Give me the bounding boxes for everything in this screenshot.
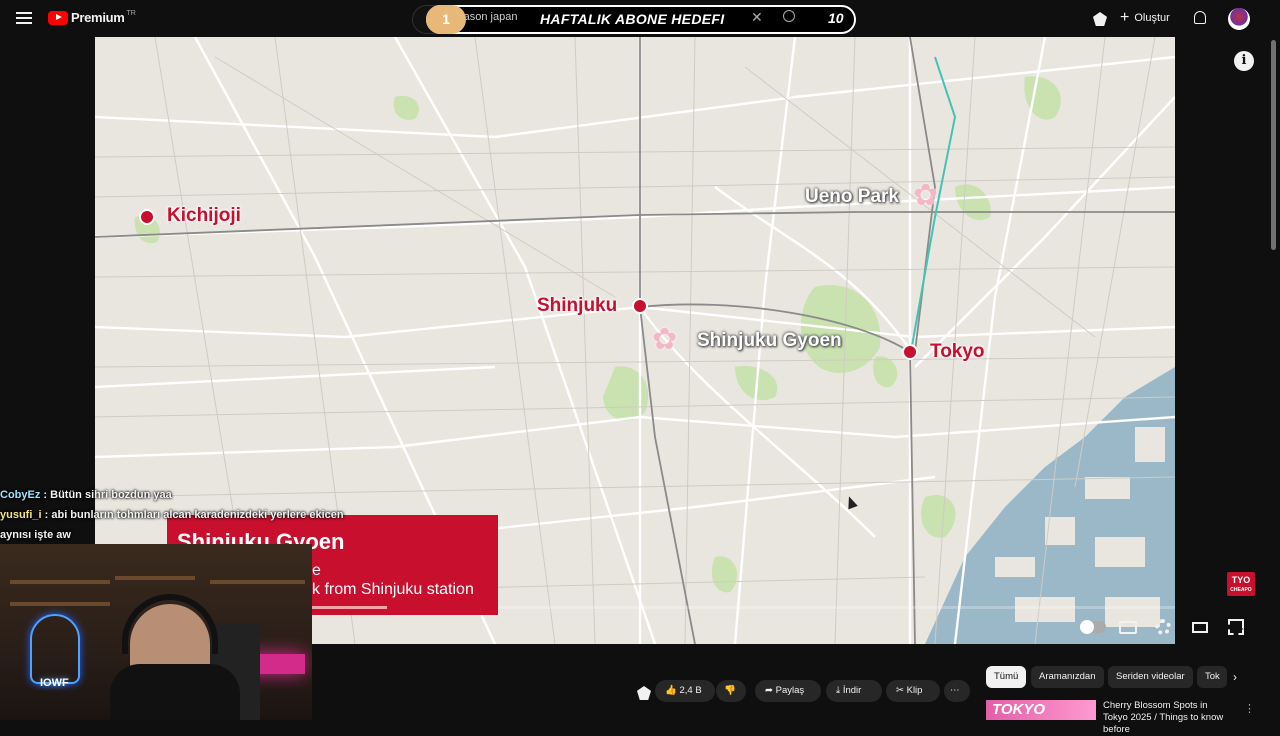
goal-title: HAFTALIK ABONE HEDEFI: [540, 11, 725, 27]
chat-username: yusufi_i: [0, 509, 42, 521]
tokyo-label: Tokyo: [930, 341, 985, 362]
kichijoji-marker: [139, 209, 155, 225]
subtitles-icon[interactable]: [1119, 621, 1137, 634]
youtube-logo[interactable]: Premium TR: [48, 10, 136, 25]
create-label: Oluştur: [1134, 12, 1170, 24]
player-controls: [1075, 616, 1255, 638]
shinjuku-gyoen-label: Shinjuku Gyoen: [697, 330, 842, 351]
share-button[interactable]: ➦ Paylaş: [755, 680, 821, 702]
chat-username: CobyEz: [0, 489, 41, 501]
ueno-park-label: Ueno Park: [805, 186, 899, 207]
channel-watermark[interactable]: TYO CHEAPO: [1227, 572, 1255, 596]
streamer-body: [110, 664, 240, 720]
plus-icon: +: [1120, 9, 1130, 26]
neon-logo-text: IOWF: [40, 677, 69, 689]
more-actions-button[interactable]: ⋯: [944, 680, 970, 702]
suggestion-menu-icon[interactable]: ⋮: [1244, 702, 1255, 715]
neon-wolf-logo: [30, 614, 80, 684]
settings-gear-icon[interactable]: [1155, 619, 1171, 635]
shinjuku-gyoen-blossom-icon: ✿: [652, 323, 678, 356]
chevron-right-icon[interactable]: ›: [1233, 670, 1237, 684]
chat-message: aynısı işte aw: [0, 527, 370, 547]
kichijoji-label: Kichijoji: [167, 205, 241, 226]
menu-icon[interactable]: [16, 12, 32, 24]
youtube-play-icon: [48, 10, 68, 25]
shinjuku-label: Shinjuku: [537, 295, 618, 316]
channel-watermark-text: TYO: [1231, 575, 1251, 585]
download-button[interactable]: ⤓ İndir: [826, 680, 882, 702]
autoplay-toggle[interactable]: [1080, 620, 1106, 634]
shelf: [115, 576, 195, 580]
page-scrollbar[interactable]: [1271, 40, 1276, 250]
chat-text: Bütün sihri bozdun yaa: [50, 489, 172, 501]
channel-watermark-sub: CHEAPO: [1230, 587, 1252, 593]
info-icon[interactable]: i: [1234, 51, 1254, 71]
headset: [122, 594, 218, 654]
dislike-button[interactable]: 👎: [716, 680, 746, 702]
shelf: [10, 580, 110, 584]
theater-mode-icon[interactable]: [1192, 622, 1208, 633]
fullscreen-icon[interactable]: [1228, 619, 1244, 635]
clip-button[interactable]: ✂ Klip: [886, 680, 940, 702]
caption-line-2: k from Shinjuku station: [312, 581, 474, 598]
more-icon: ⋯: [950, 685, 960, 696]
shelf: [210, 580, 305, 584]
chat-text: abi bunların tohmları alcan karadenizdek…: [51, 509, 344, 521]
chip-tokyo[interactable]: Tok: [1197, 666, 1227, 688]
logo-region: TR: [126, 10, 136, 17]
chat-message: CobyEz : Bütün sihri bozdun yaa: [0, 489, 172, 501]
clear-search-icon[interactable]: ✕: [751, 9, 763, 26]
ueno-park-blossom-icon: ✿: [913, 179, 939, 212]
suggestion-title[interactable]: Cherry Blossom Spots in Tokyo 2025 / Thi…: [1103, 700, 1233, 736]
goal-current-number: 1: [426, 5, 466, 34]
create-button[interactable]: + Oluştur: [1120, 10, 1170, 26]
chip-from-search[interactable]: Aramanızdan: [1031, 666, 1104, 688]
bell-icon[interactable]: [1194, 11, 1206, 24]
caption-accent-bar: [312, 606, 387, 609]
avatar[interactable]: [1228, 8, 1250, 30]
chip-from-series[interactable]: Seriden videolar: [1108, 666, 1193, 688]
search-icon[interactable]: [783, 10, 795, 22]
download-label: İndir: [842, 685, 862, 696]
share-label: Paylaş: [775, 685, 805, 696]
like-button[interactable]: 👍 2,4 B: [655, 680, 715, 702]
suggestion-thumbnail[interactable]: TOKYO: [986, 700, 1096, 720]
shelf: [10, 602, 110, 606]
streamer-webcam: IOWF: [0, 544, 312, 720]
stream-chat: CobyEz : Bütün sihri bozdun yaa yusufi_i…: [0, 487, 370, 547]
chip-all[interactable]: Tümü: [986, 666, 1027, 688]
channel-icon[interactable]: [637, 686, 651, 700]
like-count: 2,4 B: [679, 685, 702, 696]
shinjuku-marker: [632, 298, 648, 314]
clip-label: Klip: [906, 685, 923, 696]
goal-target-number: 10: [828, 10, 844, 26]
chat-message: yusufi_i : abi bunların tohmları alcan k…: [0, 509, 344, 521]
tokyo-marker: [902, 344, 918, 360]
caption-line-1: e: [312, 562, 321, 579]
chat-text: aynısı işte aw: [0, 529, 71, 541]
logo-text: Premium: [71, 10, 125, 25]
